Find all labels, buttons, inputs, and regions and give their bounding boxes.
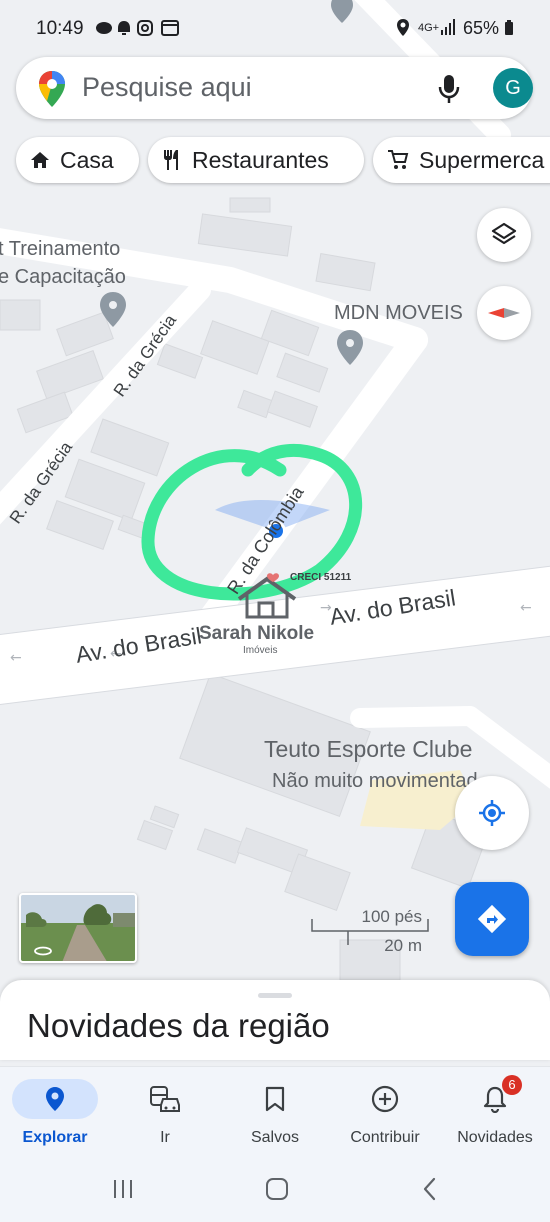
location-status-icon — [396, 18, 410, 43]
explore-pin-icon — [46, 1087, 64, 1111]
place-club-label[interactable]: Teuto Esporte Clube — [264, 736, 472, 763]
sheet-drag-handle[interactable] — [258, 993, 292, 998]
nav-ir[interactable]: Ir — [110, 1079, 220, 1147]
signal-icon — [440, 18, 456, 41]
notification-badge: 6 — [502, 1075, 522, 1095]
street-view-360-icon — [34, 946, 52, 956]
directions-button[interactable] — [455, 882, 529, 956]
home-icon — [30, 151, 50, 169]
place-store-label[interactable]: MDN MOVEIS — [334, 302, 463, 325]
watermark-logo: CRECI 51211 Sarah Nikole Imóveis — [195, 565, 365, 660]
place-training-label-2: e Capacitação — [0, 266, 126, 288]
compass-icon — [488, 308, 520, 318]
chip-label: Casa — [60, 146, 114, 173]
nav-label: Novidades — [457, 1129, 533, 1146]
network-label: 4G+ — [418, 22, 440, 34]
battery-icon — [505, 20, 513, 35]
microphone-icon[interactable] — [436, 73, 462, 110]
my-location-button[interactable] — [455, 776, 529, 850]
avatar[interactable]: G — [493, 68, 533, 108]
svg-text:←: ← — [10, 650, 22, 666]
status-notification-icons — [94, 18, 186, 43]
chip-label: Supermerca — [419, 146, 545, 173]
nav-explorar[interactable]: Explorar — [0, 1079, 110, 1147]
layers-icon — [491, 222, 517, 245]
add-circle-icon — [371, 1085, 399, 1113]
search-bar[interactable]: Pesquise aqui G — [16, 57, 533, 119]
chip-label: Restaurantes — [192, 146, 329, 173]
sheet-title: Novidades da região — [27, 1007, 330, 1044]
place-training-label-1: t Treinamento — [0, 238, 121, 260]
status-bar: 10:49 4G+ 65% — [0, 0, 550, 60]
nav-salvos[interactable]: Salvos — [220, 1079, 330, 1147]
bottom-navigation: Explorar Ir Salvos Contribuir 6 Novidade… — [0, 1066, 550, 1154]
scale-feet: 100 pés — [361, 907, 423, 926]
svg-text:←: ← — [520, 600, 532, 616]
place-club-status: Não muito movimentad — [272, 770, 478, 792]
bottom-sheet[interactable]: Novidades da região — [0, 980, 550, 1060]
my-location-icon — [479, 800, 505, 826]
restaurant-icon — [162, 149, 182, 171]
layers-button[interactable] — [477, 208, 531, 262]
bookmark-icon — [265, 1086, 285, 1112]
battery-status: 65% — [463, 18, 514, 39]
chip-supermercados[interactable]: Supermerca — [373, 137, 550, 183]
system-navigation-bar — [0, 1154, 550, 1222]
compass-button[interactable] — [477, 286, 531, 340]
chip-restaurantes[interactable]: Restaurantes — [148, 137, 364, 183]
map-scale: 100 pés 20 m — [310, 905, 430, 955]
recents-icon[interactable] — [111, 1177, 135, 1201]
maps-logo-icon — [38, 70, 66, 113]
street-view-thumbnail[interactable] — [19, 893, 137, 963]
watermark-creci: CRECI 51211 — [290, 572, 352, 583]
battery-percent: 65% — [462, 18, 499, 38]
nav-novidades[interactable]: 6 Novidades — [440, 1075, 550, 1147]
nav-label: Explorar — [22, 1129, 88, 1146]
watermark-brand: Sarah Nikole — [199, 623, 315, 644]
commute-icon — [150, 1086, 180, 1112]
search-input[interactable]: Pesquise aqui — [82, 72, 252, 103]
home-nav-icon[interactable] — [264, 1176, 290, 1202]
directions-icon — [477, 904, 507, 934]
nav-contribuir[interactable]: Contribuir — [330, 1079, 440, 1147]
nav-label: Ir — [160, 1129, 170, 1146]
watermark-sub: Imóveis — [243, 645, 278, 656]
scale-meters: 20 m — [384, 936, 422, 955]
nav-label: Contribuir — [350, 1129, 420, 1146]
status-time: 10:49 — [36, 18, 84, 39]
chip-casa[interactable]: Casa — [16, 137, 139, 183]
back-icon[interactable] — [420, 1176, 440, 1202]
nav-label: Salvos — [250, 1129, 300, 1146]
cart-icon — [387, 149, 409, 171]
